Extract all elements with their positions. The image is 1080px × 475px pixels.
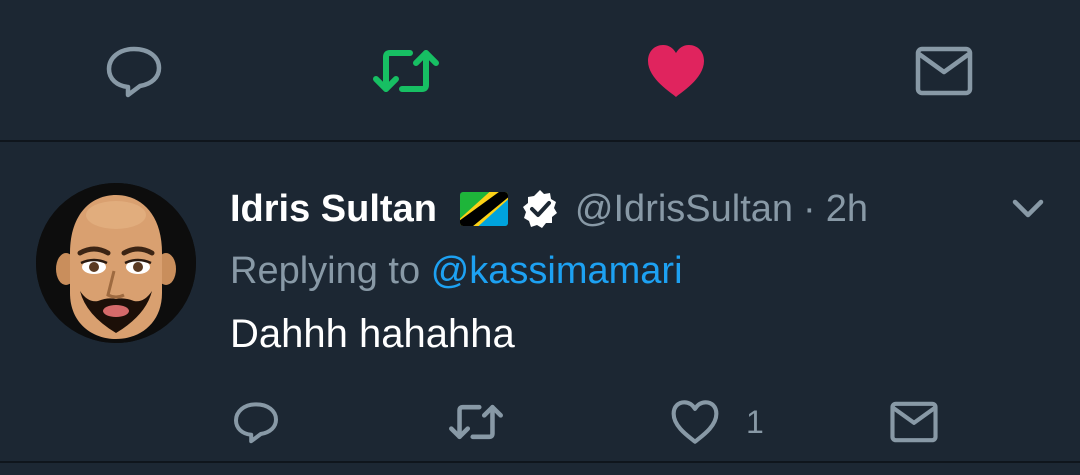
retweet-button[interactable] — [372, 41, 440, 101]
parent-tweet-action-bar — [0, 0, 1080, 140]
like-count: 1 — [746, 403, 764, 440]
like-button[interactable] — [646, 41, 706, 101]
reply-icon — [106, 46, 162, 98]
replying-to-mention[interactable]: @kassimamari — [431, 250, 683, 292]
replying-prefix: Replying to — [230, 250, 421, 292]
reply-tweet[interactable]: Idris Sultan @IdrisSultan · 2h Replying … — [0, 142, 1080, 461]
avatar[interactable] — [36, 183, 196, 343]
reply-icon — [234, 402, 278, 444]
avatar-cartoon-icon — [36, 183, 196, 343]
mail-icon — [915, 46, 973, 96]
header-separator: · — [803, 187, 816, 230]
verified-badge-icon — [519, 188, 561, 230]
retweet-button[interactable] — [448, 398, 504, 446]
author-name[interactable]: Idris Sultan — [230, 188, 437, 231]
replying-to-line: Replying to @kassimamari — [230, 250, 683, 293]
heart-outline-icon — [671, 400, 719, 444]
chevron-down-icon — [1012, 199, 1044, 218]
tweet-action-bar: 1 — [0, 390, 1080, 454]
reply-button[interactable] — [104, 41, 164, 101]
timeline-screen: Idris Sultan @IdrisSultan · 2h Replying … — [0, 0, 1080, 475]
direct-message-button[interactable] — [890, 398, 938, 446]
direct-message-button[interactable] — [914, 41, 974, 101]
mail-icon — [890, 401, 938, 443]
heart-icon — [648, 45, 704, 97]
divider — [0, 461, 1080, 463]
retweet-icon — [449, 404, 503, 440]
like-button[interactable]: 1 — [670, 398, 764, 446]
tanzania-flag-icon — [459, 191, 509, 227]
tweet-timestamp[interactable]: 2h — [826, 188, 868, 231]
retweet-icon — [373, 50, 439, 92]
tweet-header: Idris Sultan @IdrisSultan · 2h — [230, 186, 868, 232]
reply-button[interactable] — [232, 398, 280, 446]
tweet-menu-button[interactable] — [1006, 192, 1050, 226]
tweet-text: Dahhh hahahha — [230, 312, 515, 356]
author-handle[interactable]: @IdrisSultan — [575, 188, 793, 231]
